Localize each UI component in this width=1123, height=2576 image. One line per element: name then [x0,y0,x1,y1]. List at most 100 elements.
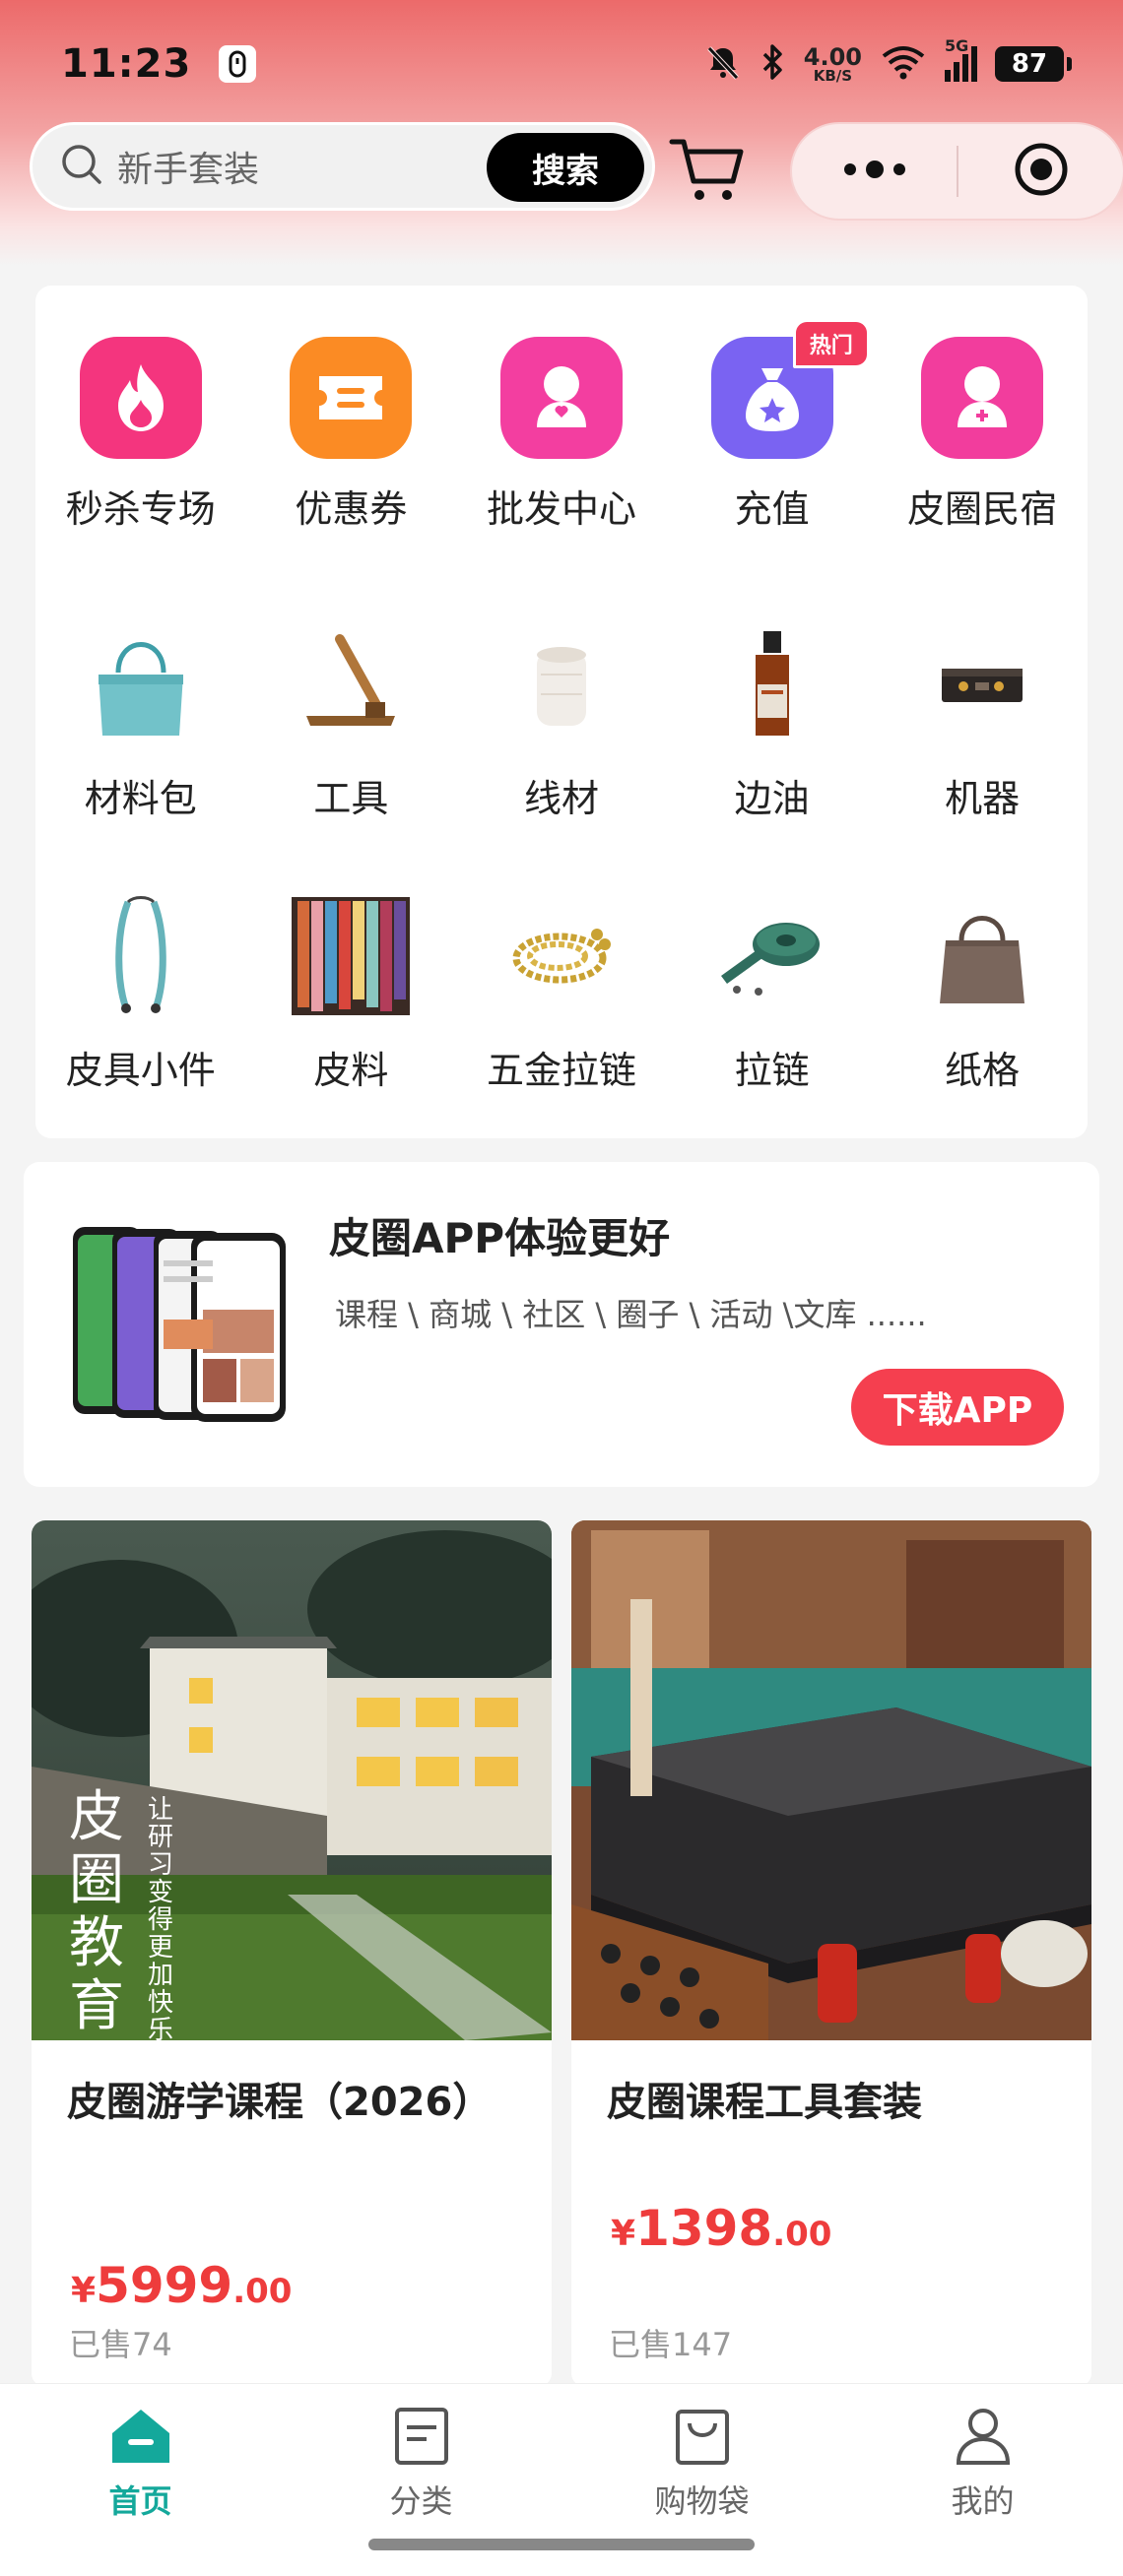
home-indicator[interactable] [368,2539,755,2550]
category-small-leather-goods[interactable]: 皮具小件 [35,892,246,1094]
price-decimal: .00 [772,2215,832,2254]
quick-entry-label: 批发中心 [486,487,636,531]
price-decimal: .00 [232,2272,293,2311]
profile-icon [953,2406,1014,2471]
tab-label: 首页 [108,2482,172,2520]
app-promo-title: 皮圈APP体验更好 [329,1214,671,1262]
net-speed-value: 4.00 [803,42,862,71]
status-time: 11:23 [61,41,192,87]
category-hardware-zipper[interactable]: 五金拉链 [456,892,667,1094]
product-sold-count: 已售147 [609,2326,733,2363]
product-image-slogan: 让研习变得更加快乐 [148,1795,174,2040]
net-speed-unit: KB/S [813,66,853,85]
product-image [571,1520,1091,2040]
mini-program-capsule [790,122,1123,221]
shopping-bag-icon [672,2406,733,2471]
category-label: 工具 [313,777,389,820]
price-symbol: ¥ [611,2214,636,2254]
edge-oil-bottle-thumb [708,620,836,748]
app-promo-subtitle: 课程 \ 商城 \ 社区 \ 圈子 \ 活动 \文库 ...... [335,1296,927,1333]
tab-label: 我的 [951,2482,1015,2520]
quick-entry-wholesale[interactable]: 批发中心 [456,337,667,533]
product-image-title: 皮圈教育 [69,1785,124,2038]
battery-indicator: 87 [995,46,1072,82]
strap-thumb [77,892,205,1020]
price-integer: 1398 [635,2200,773,2257]
machine-thumb [918,620,1046,748]
product-card[interactable]: 皮圈教育 让研习变得更加快乐 皮圈游学课程（2026） ¥5999.00 已售7… [32,1520,552,2387]
download-app-button[interactable]: 下载APP [851,1369,1064,1446]
category-label: 边油 [734,777,810,820]
quick-entry-flash-sale[interactable]: 秒杀专场 [35,337,246,533]
chain-thumb [497,892,626,1020]
category-tools[interactable]: 工具 [246,620,457,822]
leather-hides-thumb [287,892,415,1020]
more-button[interactable] [792,124,957,219]
product-price: ¥1398.00 [611,2200,831,2257]
category-material-pack[interactable]: 材料包 [35,620,246,822]
homestay-icon [921,337,1044,459]
coupon-icon [290,337,413,459]
quick-entry-label: 充值 [734,487,810,531]
thread-spool-thumb [497,620,626,748]
wholesale-icon [499,337,623,459]
search-button[interactable]: 搜索 [487,133,644,202]
more-dots-icon [840,160,909,183]
category-label: 皮料 [313,1049,389,1092]
status-bar: 11:23 4.00 KB/S 5G 87 [0,0,1123,128]
bluetooth-icon [760,42,786,86]
category-label: 线材 [523,777,599,820]
category-thread[interactable]: 线材 [456,620,667,822]
category-label: 纸格 [945,1049,1021,1092]
net-speed: 4.00 KB/S [804,45,862,84]
flame-icon [79,337,202,459]
search-icon [60,143,103,190]
hot-badge: 热门 [792,319,870,368]
category-label: 机器 [945,777,1021,820]
category-edge-oil[interactable]: 边油 [667,620,878,822]
home-icon [108,2406,173,2471]
category-icon [391,2406,452,2471]
product-name: 皮圈游学课程（2026） [67,2080,493,2125]
target-circle-icon [1012,140,1071,203]
search-row: 新手套装 搜索 [30,122,1123,221]
network-type: 5G [945,36,969,55]
quick-entry-label: 优惠券 [295,487,408,531]
category-zipper[interactable]: 拉链 [667,892,878,1094]
tab-home[interactable]: 首页 [0,2384,281,2576]
category-grid-card: 材料包 工具 线材 边油 机器 皮具小件 皮料 五金拉链 拉链 纸格 [35,577,1088,1138]
zipper-roll-thumb [708,892,836,1020]
tab-profile[interactable]: 我的 [842,2384,1123,2576]
search-input[interactable]: 新手套装 搜索 [30,122,655,211]
quick-entry-coupon[interactable]: 优惠券 [246,337,457,533]
app-screenshots-image [69,1221,292,1424]
quick-entry-card: 秒杀专场 优惠券 批发中心 热门 充值 皮圈民宿 [35,286,1088,577]
category-paper-pattern[interactable]: 纸格 [877,892,1088,1094]
product-name: 皮圈课程工具套装 [607,2080,922,2125]
cart-icon[interactable] [668,128,749,209]
tab-label: 购物袋 [654,2482,750,2520]
quick-entry-label: 皮圈民宿 [907,487,1058,531]
app-promo-card: 皮圈APP体验更好 课程 \ 商城 \ 社区 \ 圈子 \ 活动 \文库 ...… [24,1162,1099,1487]
price-symbol: ¥ [71,2271,97,2311]
wifi-icon [880,44,927,84]
category-machine[interactable]: 机器 [877,620,1088,822]
category-label: 材料包 [84,777,197,820]
category-label: 拉链 [734,1049,810,1092]
product-card[interactable]: 皮圈课程工具套装 ¥1398.00 已售147 [571,1520,1091,2387]
tote-bag-thumb [918,892,1046,1020]
tool-stand-thumb [287,620,415,748]
handbag-thumb [77,620,205,748]
tab-label: 分类 [389,2482,453,2520]
mute-icon [703,42,743,86]
price-integer: 5999 [96,2257,233,2314]
product-image: 皮圈教育 让研习变得更加快乐 [32,1520,552,2040]
category-leather[interactable]: 皮料 [246,892,457,1094]
quick-entry-recharge[interactable]: 热门 充值 [667,319,878,533]
app-lock-icon [219,45,257,83]
quick-entry-homestay[interactable]: 皮圈民宿 [877,337,1088,533]
category-label: 皮具小件 [65,1049,216,1092]
category-label: 五金拉链 [486,1049,636,1092]
product-price: ¥5999.00 [71,2257,292,2314]
close-mini-program-button[interactable] [958,124,1123,219]
